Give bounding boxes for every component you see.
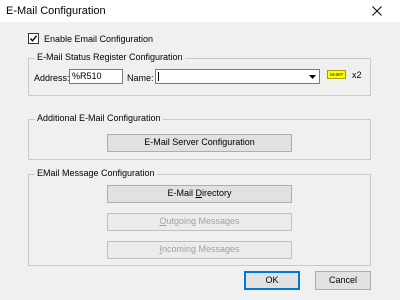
enable-email-label: Enable Email Configuration [44,33,154,44]
incoming-messages-button[interactable]: Incoming Messages [107,241,292,259]
chevron-down-icon [309,74,316,79]
email-directory-label-pre: E-Mail [167,188,196,198]
email-configuration-dialog: E-Mail Configuration Enable Email Config… [0,0,400,300]
email-directory-button[interactable]: E-Mail Directory [107,185,292,203]
title-bar[interactable]: E-Mail Configuration [0,0,400,22]
email-directory-label-post: irectory [202,188,232,198]
email-message-legend: EMail Message Configuration [35,168,157,178]
outgoing-messages-button[interactable]: Outgoing Messages [107,213,292,231]
outgoing-messages-label: utgoing Messages [166,216,240,226]
email-server-configuration-button[interactable]: E-Mail Server Configuration [107,134,292,152]
name-combobox[interactable] [155,69,320,84]
ok-button[interactable]: OK [244,271,300,290]
address-label: Address: [34,73,70,83]
cancel-button[interactable]: Cancel [315,271,371,290]
close-icon [372,6,382,16]
window-title: E-Mail Configuration [6,5,106,17]
checkmark-icon [29,35,38,42]
enable-email-row[interactable]: Enable Email Configuration [28,33,153,44]
status-register-legend: E-Mail Status Register Configuration [35,52,185,62]
additional-email-legend: Additional E-Mail Configuration [35,113,163,123]
enable-email-checkbox[interactable] [28,33,39,44]
dropdown-button[interactable] [306,70,319,83]
16-bit-badge: 16-BIT [327,70,346,79]
multiplier-label: x2 [352,70,362,80]
address-input[interactable]: %R510 [69,69,123,84]
incoming-messages-label: ncoming Messages [161,244,240,254]
text-cursor [158,72,159,81]
close-button[interactable] [354,0,400,22]
name-label: Name: [127,73,154,83]
